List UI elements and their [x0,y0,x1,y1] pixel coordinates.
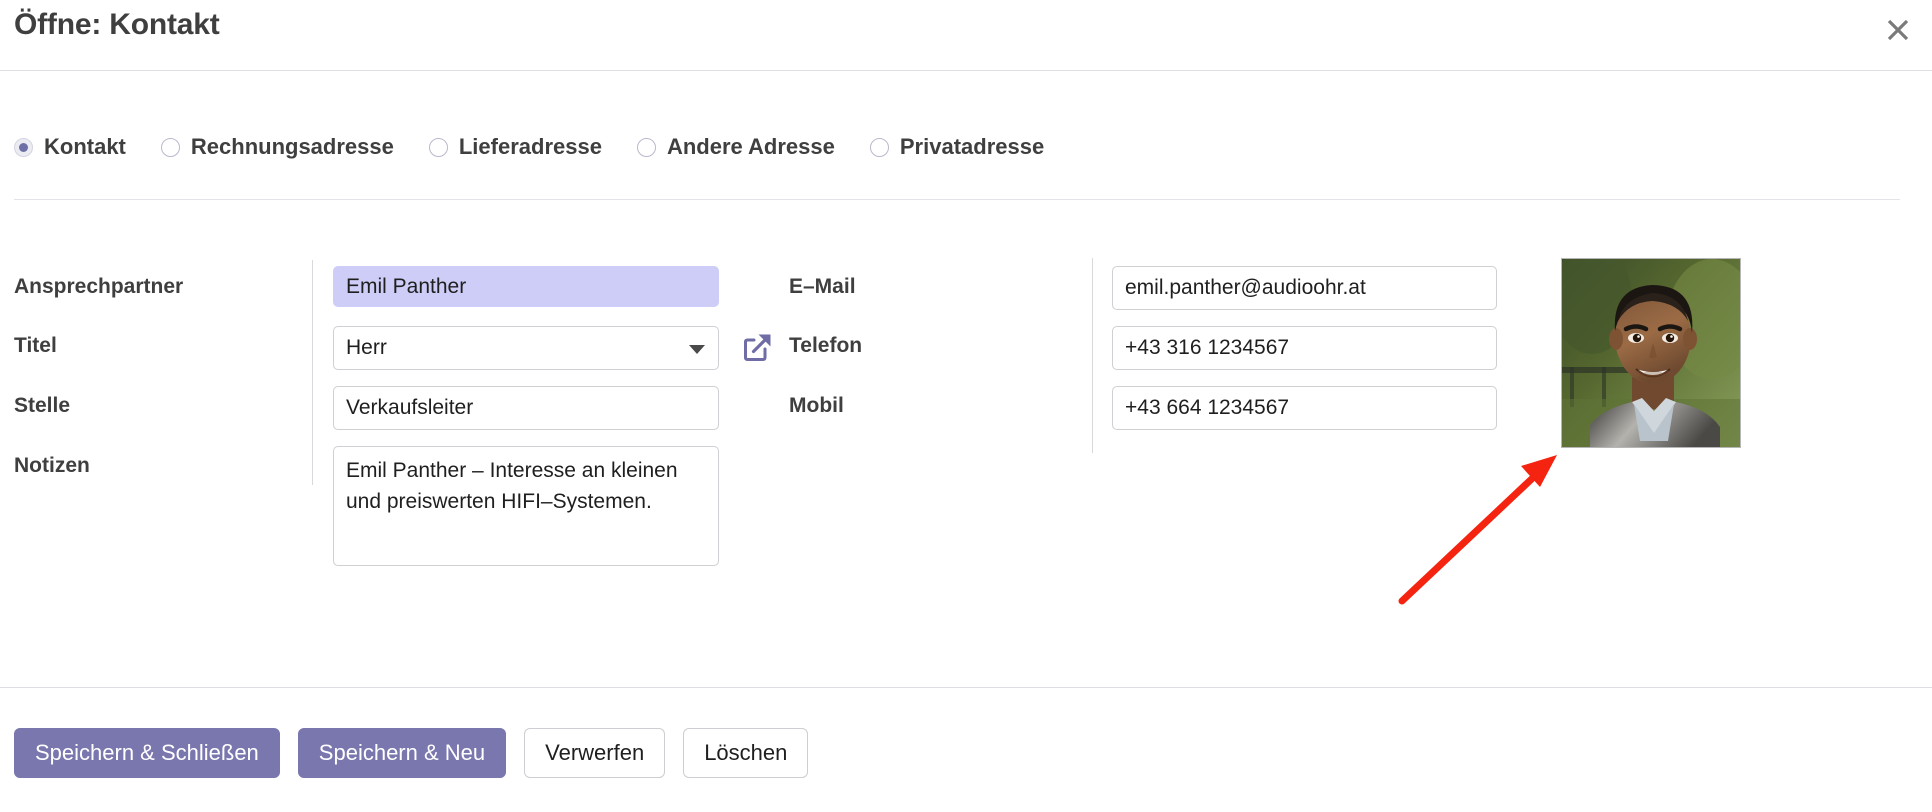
radio-mark-kontakt [14,137,33,157]
radio-label-kontakt: Kontakt [44,134,126,159]
radio-option-andere-adresse[interactable]: Andere Adresse [636,134,835,160]
label-stelle: Stelle [14,394,71,417]
email-input[interactable] [1112,266,1497,310]
radio-option-lieferadresse[interactable]: Lieferadresse [428,134,602,160]
page-title: Öffne: Kontakt [14,8,220,41]
radio-mark-privatadresse [869,137,889,157]
dialog-header: Öffne: Kontakt [0,0,1932,71]
notes-textarea[interactable] [333,446,719,566]
radio-option-privatadresse[interactable]: Privatadresse [869,134,1045,160]
radio-mark-lieferadresse [428,137,448,157]
radio-label-andere-adresse: Andere Adresse [666,134,835,159]
left-column-separator [312,260,313,485]
title-select[interactable]: Herr [333,326,719,370]
save-and-new-button[interactable]: Speichern & Neu [297,728,507,778]
radio-option-kontakt[interactable]: Kontakt [14,134,126,160]
label-ansprechpartner: Ansprechpartner [14,275,184,298]
footer-button-row: Speichern & Schließen Speichern & Neu Ve… [14,728,826,778]
radio-label-privatadresse: Privatadresse [899,134,1045,159]
contact-person-input[interactable] [333,266,719,307]
contact-dialog: Öffne: Kontakt Kontakt Rechnungsadresse … [0,0,1932,812]
address-type-radio-group: Kontakt Rechnungsadresse Lieferadresse A… [0,127,1079,167]
radio-row-divider [14,199,1900,200]
radio-label-lieferadresse: Lieferadresse [458,134,602,159]
delete-button[interactable]: Löschen [683,728,809,778]
external-link-icon[interactable] [740,329,774,368]
discard-button[interactable]: Verwerfen [524,728,666,778]
radio-mark-rechnungsadresse [160,137,180,157]
radio-mark-andere-adresse [636,137,656,157]
header-divider [0,70,1932,71]
radio-option-rechnungsadresse[interactable]: Rechnungsadresse [160,134,394,160]
chevron-down-icon [689,345,705,354]
label-telefon: Telefon [789,334,863,357]
dialog-footer: Speichern & Schließen Speichern & Neu Ve… [0,688,1932,812]
label-email: E–Mail [789,275,856,298]
mobile-input[interactable] [1112,386,1497,430]
label-notizen: Notizen [14,454,90,477]
title-select-value: Herr [346,336,387,359]
save-and-close-button[interactable]: Speichern & Schließen [14,728,280,778]
label-mobil: Mobil [789,394,844,417]
radio-label-rechnungsadresse: Rechnungsadresse [190,134,394,159]
contact-photo[interactable] [1561,258,1741,448]
phone-input[interactable] [1112,326,1497,370]
close-icon[interactable] [1878,10,1918,50]
right-column-separator [1092,258,1093,453]
label-titel: Titel [14,334,57,357]
position-input[interactable] [333,386,719,430]
